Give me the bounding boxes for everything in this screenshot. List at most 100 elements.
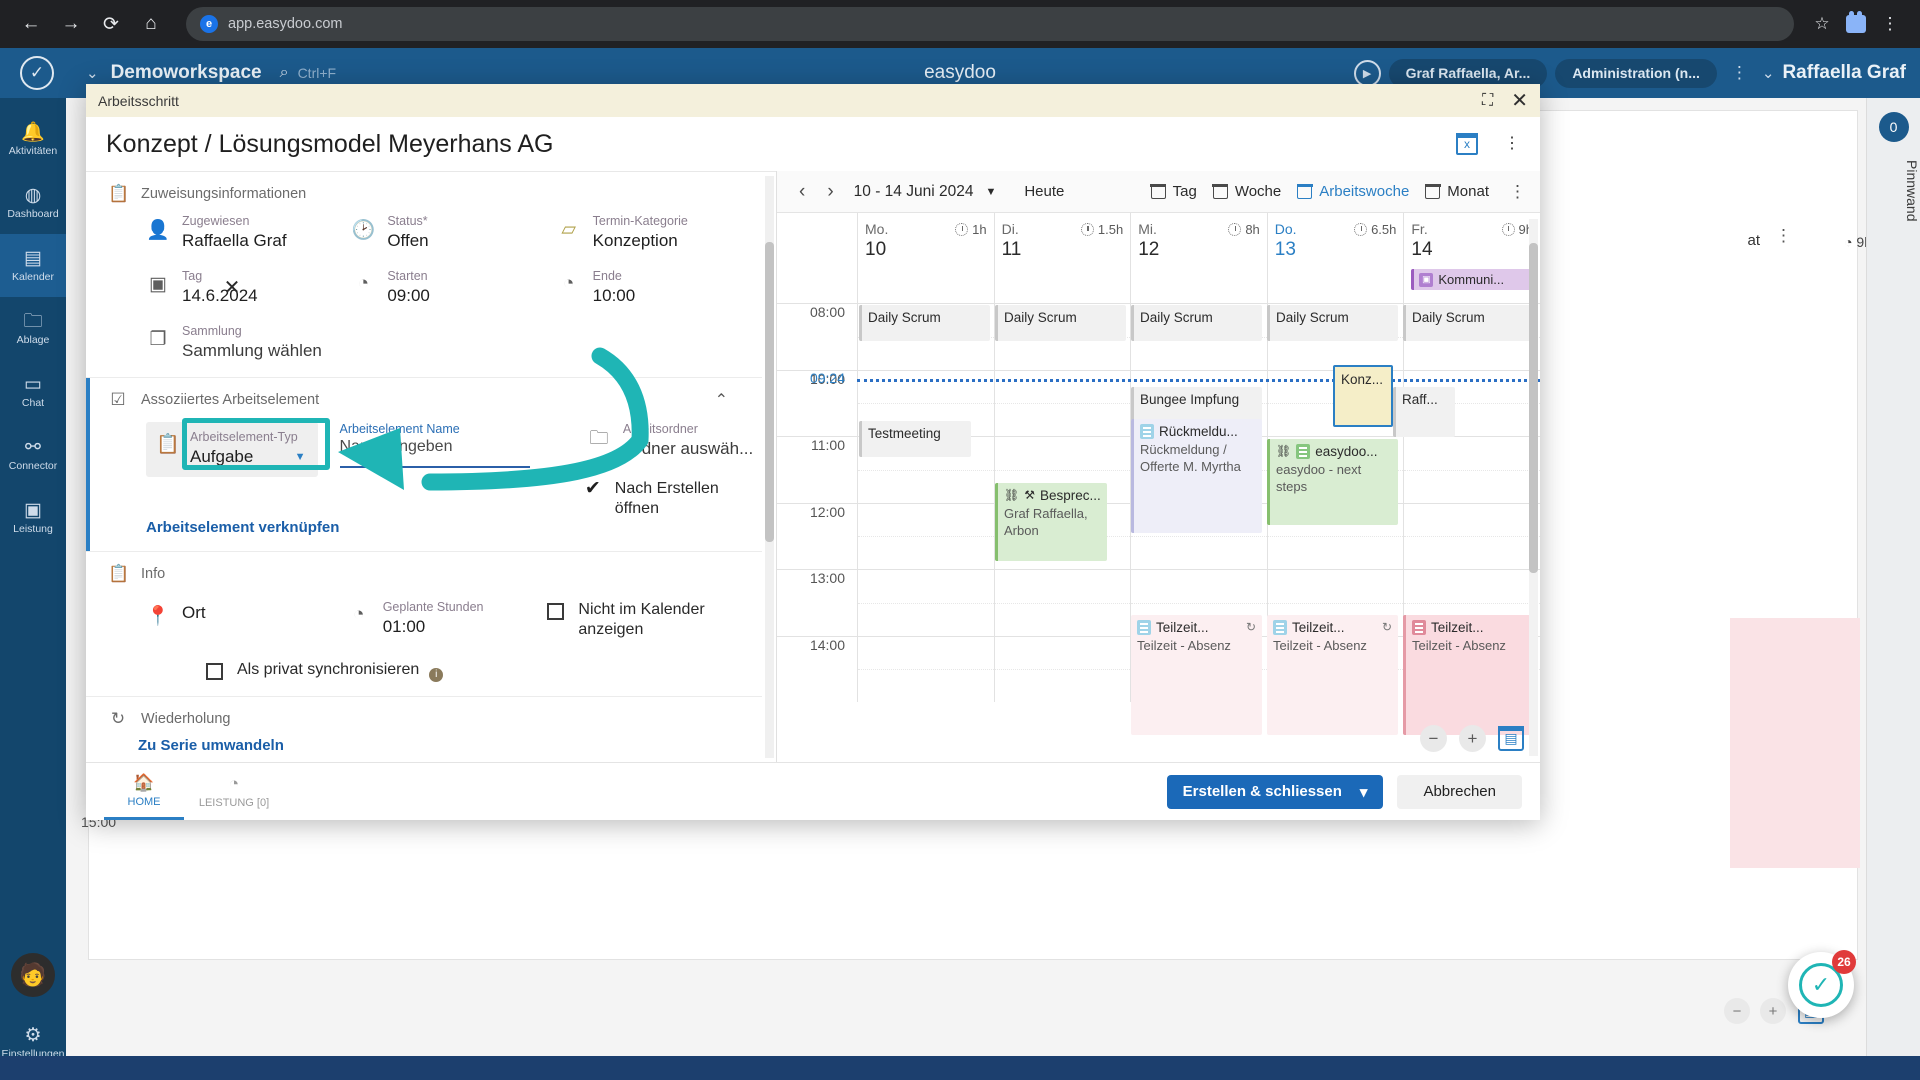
calendar-event[interactable]: Testmeeting <box>859 421 971 457</box>
field-starten[interactable]: ◔ Starten 09:00 <box>351 269 556 308</box>
calendar-event[interactable]: Rückmeldu... Rückmeldung / Offerte M. My… <box>1131 419 1262 533</box>
avatar[interactable]: 🧑 <box>11 953 55 997</box>
field-geplante-stunden[interactable]: ◔ Geplante Stunden 01:00 <box>347 600 548 639</box>
grid-cell[interactable] <box>857 569 994 636</box>
calendar-event-selected[interactable]: Konz... <box>1333 365 1393 427</box>
calendar-range-label[interactable]: 10 - 14 Juni 2024 <box>854 183 974 201</box>
calendar-event[interactable]: Teilzeit... ↻ Teilzeit - Absenz <box>1131 615 1262 735</box>
breadcrumb-area[interactable]: Administration (n... <box>1555 58 1717 88</box>
grid-cell[interactable] <box>1403 436 1540 503</box>
field-ende[interactable]: ◔ Ende 10:00 <box>557 269 762 308</box>
calendar-event[interactable]: Daily Scrum <box>859 305 990 341</box>
sidebar-item-kalender[interactable]: ▤ Kalender <box>0 234 66 297</box>
calendar-event[interactable]: Daily Scrum <box>1267 305 1398 341</box>
day-number[interactable]: 12 <box>1138 239 1260 261</box>
user-chevron-icon[interactable]: ⌄ <box>1762 64 1775 82</box>
checkbox-als-privat-synchronisieren[interactable]: Als privat synchronisieren <box>206 660 419 680</box>
calendar-view-tag[interactable]: Tag <box>1150 183 1197 200</box>
workspace-chevron-icon[interactable]: ⌄ <box>86 64 99 82</box>
grid-cell[interactable] <box>857 502 994 569</box>
reload-icon[interactable]: ⟳ <box>94 7 128 41</box>
chevron-up-icon[interactable]: ⌃ <box>715 390 728 410</box>
grid-cell[interactable] <box>993 635 1131 702</box>
zoom-out-button[interactable]: − <box>1420 725 1447 752</box>
calendar-event[interactable]: Teilzeit... ↻ Teilzeit - Absenz <box>1267 615 1398 735</box>
calendar-event[interactable]: Daily Scrum <box>995 305 1126 341</box>
calendar-scrollbar-thumb[interactable] <box>1529 243 1538 573</box>
forward-icon[interactable]: → <box>54 7 88 41</box>
erstellen-und-schliessen-button[interactable]: Erstellen & schliessen ▾ <box>1166 774 1384 809</box>
chevron-left-icon[interactable]: ‹ <box>791 181 813 203</box>
header-overflow-icon[interactable]: ⋮ <box>1725 63 1754 83</box>
back-icon[interactable]: ← <box>14 7 48 41</box>
today-button[interactable]: Heute <box>1024 183 1064 200</box>
calendar-event[interactable]: ⛓ ⚒ Besprec... Graf Raffaella, Arbon <box>995 483 1107 561</box>
calendar-event[interactable]: ⛓ easydoo... easydoo - next steps <box>1267 439 1398 525</box>
sidebar-item-aktivitaeten[interactable]: 🔔 Aktivitäten <box>0 108 66 171</box>
calendar-event[interactable]: Teilzeit... Teilzeit - Absenz <box>1403 615 1534 735</box>
calendar-view-woche[interactable]: Woche <box>1212 183 1281 200</box>
day-number[interactable]: 13 <box>1275 239 1397 261</box>
field-zugewiesen[interactable]: 👤 Zugewiesen Raffaella Graf <box>146 214 351 253</box>
arbeitselement-verknuepfen-link[interactable]: Arbeitselement verknüpfen <box>86 519 339 536</box>
checkbox-nicht-im-kalender-anzeigen[interactable]: Nicht im Kalender anzeigen <box>547 600 762 640</box>
field-arbeitsordner[interactable]: 🗀 Arbeitsordner Ordner auswäh... <box>587 422 762 461</box>
calendar-view-arbeitswoche[interactable]: Arbeitswoche <box>1296 183 1409 200</box>
sidebar-item-dashboard[interactable]: ◍ Dashboard <box>0 171 66 234</box>
search-icon[interactable]: ⌕ <box>280 64 289 82</box>
calendar-remove-icon[interactable]: x <box>1456 133 1478 155</box>
field-termin-kategorie[interactable]: ▱ Termin-Kategorie Konzeption <box>557 214 762 253</box>
dialog-overflow-icon[interactable]: ⋮ <box>1504 136 1520 152</box>
workspace-name[interactable]: Demoworkspace <box>111 62 262 84</box>
calendar-overflow-icon[interactable]: ⋮ <box>1509 182 1526 202</box>
calendar-event[interactable]: Raff... <box>1393 387 1455 437</box>
pinnwand-label[interactable]: Pinnwand <box>1867 160 1920 222</box>
grid-cell[interactable] <box>993 569 1131 636</box>
help-widget-button[interactable]: ✓ 26 <box>1788 950 1856 1018</box>
chevron-right-icon[interactable]: › <box>819 181 841 203</box>
tab-leistung[interactable]: ◔ LEISTUNG [0] <box>194 764 274 820</box>
search-hint[interactable]: Ctrl+F <box>298 65 337 81</box>
background-zoom-in-button[interactable]: + <box>1760 998 1786 1024</box>
day-number[interactable]: 11 <box>1002 239 1124 261</box>
sidebar-item-chat[interactable]: ▭ Chat <box>0 360 66 423</box>
field-ort[interactable]: 📍 Ort <box>146 600 347 628</box>
calendar-view-monat[interactable]: Monat <box>1424 183 1489 200</box>
sidebar-item-connector[interactable]: ⚯ Connector <box>0 423 66 486</box>
calendar-event[interactable]: Daily Scrum <box>1131 305 1262 341</box>
calendar-check-icon[interactable]: ▤ <box>1498 726 1524 751</box>
form-scrollbar-thumb[interactable] <box>765 242 774 542</box>
field-status[interactable]: 🕑 Status* Offen <box>351 214 556 253</box>
arbeitselement-name-input[interactable]: Arbeitselement Name Name eingeben <box>339 422 561 468</box>
kebab-menu-icon[interactable]: ⋮ <box>1874 8 1906 40</box>
sidebar-item-leistung[interactable]: ▣ Leistung <box>0 486 66 549</box>
zoom-in-button[interactable]: + <box>1459 725 1486 752</box>
star-icon[interactable]: ☆ <box>1806 8 1838 40</box>
tab-home[interactable]: 🏠 HOME <box>104 764 184 820</box>
abbrechen-button[interactable]: Abbrechen <box>1397 774 1522 809</box>
field-tag[interactable]: ▣ Tag 14.6.2024 ✕ <box>146 269 351 308</box>
info-icon[interactable]: i <box>429 667 444 682</box>
background-overflow-icon[interactable]: ⋮ <box>1775 226 1792 246</box>
sidebar-item-ablage[interactable]: 🗀 Ablage <box>0 297 66 360</box>
day-number[interactable]: 10 <box>865 239 987 261</box>
calendar-event[interactable]: Daily Scrum <box>1403 305 1534 341</box>
chevron-down-icon[interactable]: ▾ <box>1360 783 1368 801</box>
chevron-down-icon[interactable]: ▼ <box>985 186 996 198</box>
field-sammlung[interactable]: ❐ Sammlung Sammlung wählen <box>146 324 362 363</box>
background-zoom-out-button[interactable]: − <box>1724 998 1750 1024</box>
chevron-down-icon[interactable]: ▼ <box>295 451 306 463</box>
allday-event[interactable]: ▣ Kommuni... <box>1411 269 1533 290</box>
grid-cell[interactable] <box>1403 502 1540 569</box>
timer-play-icon[interactable]: ▶ <box>1353 59 1381 87</box>
puzzle-icon[interactable] <box>1840 8 1872 40</box>
arbeitselement-typ-select[interactable]: 📋 Arbeitselement-Typ Aufgabe ▼ <box>146 417 330 477</box>
address-bar[interactable]: e app.easydoo.com <box>186 7 1794 41</box>
checkbox-nach-erstellen-oeffnen[interactable]: ✔ Nach Erstellen öffnen <box>585 478 762 519</box>
calendar-event[interactable]: Bungee Impfung <box>1131 387 1262 421</box>
home-icon[interactable]: ⌂ <box>134 7 168 41</box>
current-user-name[interactable]: Raffaella Graf <box>1782 62 1906 84</box>
grid-cell[interactable] <box>857 635 994 702</box>
zu-serie-umwandeln-link[interactable]: Zu Serie umwandeln <box>86 737 762 754</box>
day-number[interactable]: 14 <box>1411 239 1533 261</box>
